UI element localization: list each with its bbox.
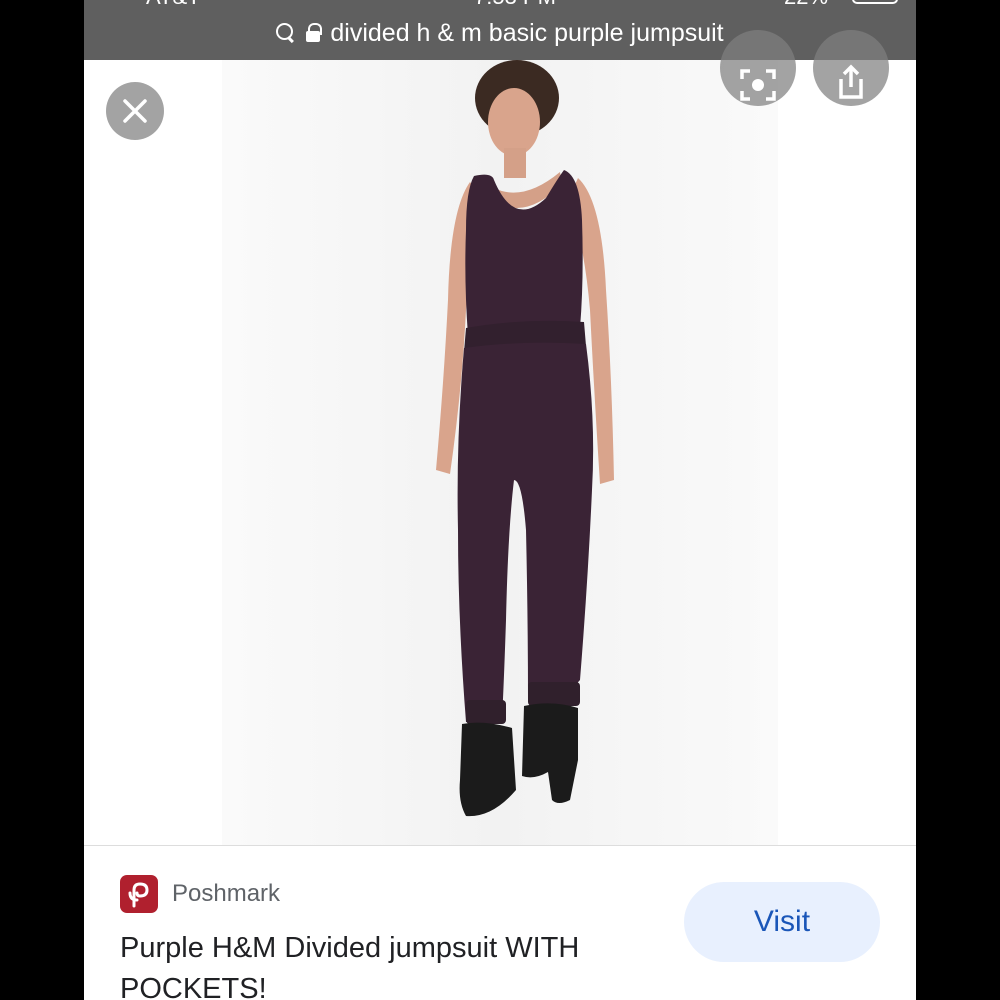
poshmark-logo-icon — [120, 875, 158, 913]
lens-icon — [740, 69, 776, 101]
divider — [84, 845, 916, 846]
product-photo[interactable] — [222, 60, 778, 846]
jumpsuit-model-illustration — [436, 60, 614, 817]
search-query: divided h & m basic purple jumpsuit — [330, 18, 724, 47]
share-icon — [839, 64, 863, 99]
url-bar[interactable]: divided h & m basic purple jumpsuit — [84, 16, 916, 50]
close-icon — [123, 99, 147, 123]
share-button[interactable] — [813, 30, 889, 106]
source-name: Poshmark — [172, 880, 281, 907]
clock: 7:53 PM — [474, 0, 556, 10]
lock-icon — [306, 23, 323, 43]
lens-button[interactable] — [720, 30, 796, 106]
carrier-label: AT&T — [146, 0, 201, 10]
status-bar: AT&T 7:53 PM 22% — [84, 0, 916, 10]
search-icon — [276, 23, 296, 43]
battery-percent: 22% — [784, 0, 828, 10]
battery-icon — [852, 0, 898, 4]
visit-button[interactable]: Visit — [684, 882, 880, 962]
result-source[interactable]: Poshmark — [120, 875, 280, 913]
close-button[interactable] — [106, 82, 164, 140]
image-preview — [84, 30, 916, 846]
phone-screen: AT&T 7:53 PM 22% divided h & m basic pur… — [84, 0, 916, 1000]
result-title[interactable]: Purple H&M Divided jumpsuit WITH POCKETS… — [120, 928, 680, 1000]
